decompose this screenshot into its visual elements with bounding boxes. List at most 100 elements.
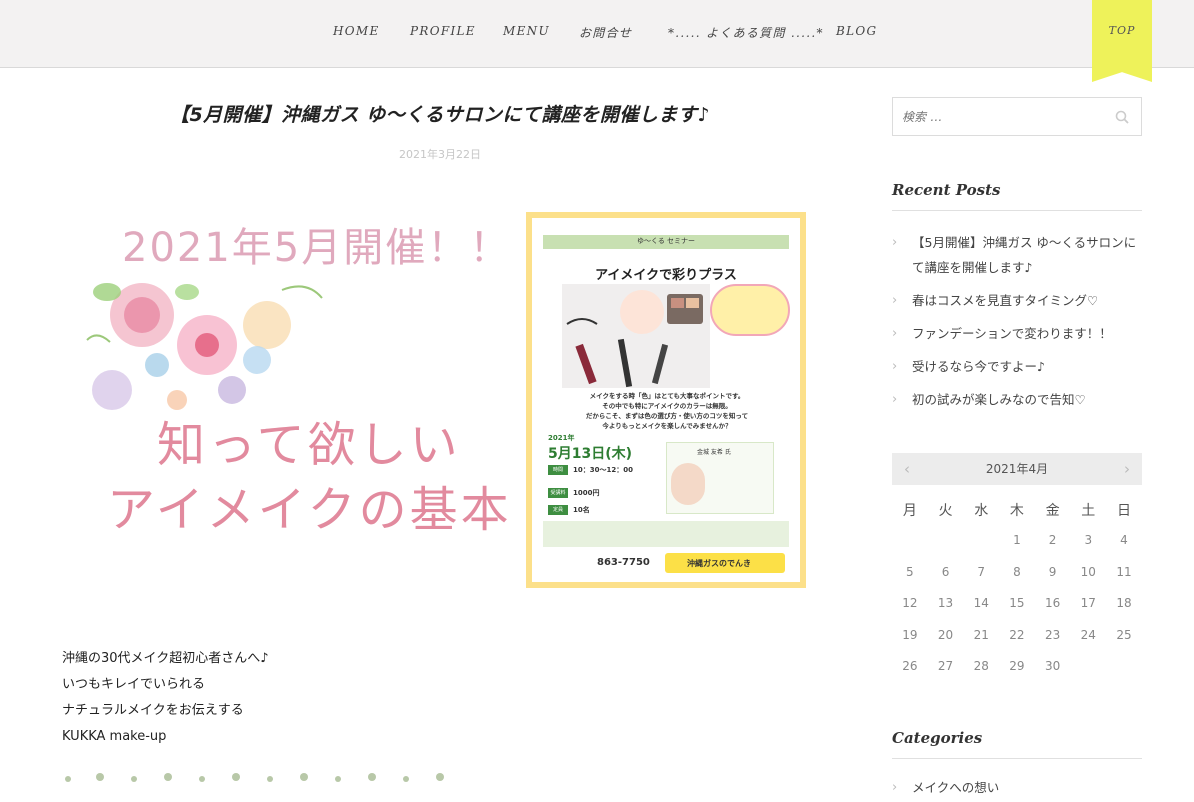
calendar-day[interactable]: 14 xyxy=(963,588,999,620)
calendar-day[interactable]: 2 xyxy=(1035,525,1071,557)
chevron-right-icon: › xyxy=(892,780,898,795)
calendar-day[interactable]: 15 xyxy=(999,588,1035,620)
categories-title: Categories xyxy=(892,729,1142,759)
flyer-row-time: 時間 10：30～12：00 xyxy=(548,463,662,476)
post-title: 【5月開催】沖縄ガス ゆ～くるサロンにて講座を開催します♪ xyxy=(169,104,711,126)
hero-title-line2: アイメイクの基本 xyxy=(107,482,512,538)
seminar-flyer: ゆ～くる セミナー アイメイクで彩りプラス メイクをする時「色」はとても大事なポ… xyxy=(526,212,806,588)
post-date[interactable]: 2021年3月22日 xyxy=(62,146,818,162)
calendar-weekday: 土 xyxy=(1081,503,1096,519)
calendar-day[interactable]: 24 xyxy=(1070,620,1106,652)
calendar-grid: 月火水木金土日 1 2 3 4 5 6 7 8 9 10 11 12 13 14 15 16 17 18 19 20 21… xyxy=(892,485,1142,683)
post-body-line: ナチュラルメイクをお伝えする xyxy=(62,703,244,718)
post-body-line: 沖縄の30代メイク超初心者さんへ♪ xyxy=(62,651,269,666)
flyer-body-text: メイクをする時「色」はとても大事なポイントです。 その中でも特にアイメイクのカラ… xyxy=(585,392,749,430)
calendar-day[interactable]: 7 xyxy=(963,557,999,589)
calendar-day[interactable]: 9 xyxy=(1035,557,1071,589)
chevron-right-icon: › xyxy=(892,359,898,374)
nav-profile[interactable]: PROFILE xyxy=(410,24,476,38)
recent-post-item[interactable]: › 【5月開催】沖縄ガス ゆ～くるサロンにて講座を開催します♪ xyxy=(892,230,1142,280)
calendar-month: 2021年4月 xyxy=(985,462,1049,476)
calendar-day[interactable]: 10 xyxy=(1070,557,1106,589)
flyer-header-band: ゆ～くる セミナー xyxy=(543,235,789,249)
recent-post-item[interactable]: › 初の試みが楽しみなので告知♡ xyxy=(892,387,1142,412)
flyer-band-text: ゆ～くる セミナー xyxy=(636,237,696,245)
calendar-day[interactable]: 28 xyxy=(963,651,999,683)
calendar-day[interactable]: 21 xyxy=(963,620,999,652)
calendar-day xyxy=(892,525,928,557)
calendar-header: ‹ 2021年4月 › xyxy=(892,453,1142,485)
flyer-row-capacity: 定員 10名 xyxy=(548,503,662,516)
nav-faq[interactable]: *..... よくある質問 .....* xyxy=(668,24,824,41)
calendar-day[interactable]: 12 xyxy=(892,588,928,620)
flyer-date: 5月13日(木) xyxy=(548,446,633,462)
calendar-day[interactable]: 25 xyxy=(1106,620,1142,652)
calendar-day[interactable]: 19 xyxy=(892,620,928,652)
chevron-right-icon: › xyxy=(892,235,898,250)
category-item[interactable]: › メイクへの想い xyxy=(892,775,1142,800)
calendar-next-button[interactable]: › xyxy=(1112,453,1142,485)
flyer-speech-bubble xyxy=(710,284,790,336)
calendar-day[interactable]: 17 xyxy=(1070,588,1106,620)
calendar-day[interactable]: 30 xyxy=(1035,651,1071,683)
nav-blog[interactable]: BLOG xyxy=(836,24,877,38)
cosmetics-icon xyxy=(566,290,703,388)
calendar-weekday: 水 xyxy=(974,503,989,519)
calendar-day[interactable]: 6 xyxy=(928,557,964,589)
flyer-lecturer-name: 金城 友希 氏 xyxy=(697,449,731,456)
cosmetics-photo xyxy=(562,284,710,388)
decorative-divider xyxy=(65,773,444,782)
calendar-day[interactable]: 26 xyxy=(892,651,928,683)
post-body-line: KUKKA make-up xyxy=(62,729,167,744)
categories-list: › メイクへの想い xyxy=(892,775,1142,802)
calendar-day[interactable]: 22 xyxy=(999,620,1035,652)
calendar-day[interactable]: 1 xyxy=(999,525,1035,557)
calendar-weekday: 木 xyxy=(1009,503,1024,519)
calendar-day[interactable]: 18 xyxy=(1106,588,1142,620)
back-to-top-button[interactable]: TOP xyxy=(1092,0,1152,82)
calendar-day[interactable]: 4 xyxy=(1106,525,1142,557)
search-box xyxy=(892,97,1142,136)
calendar-prev-button[interactable]: ‹ xyxy=(892,453,922,485)
recent-post-item[interactable]: › 受けるなら今ですよー♪ xyxy=(892,354,1142,379)
calendar-day[interactable]: 20 xyxy=(928,620,964,652)
recent-posts-list: › 【5月開催】沖縄ガス ゆ～くるサロンにて講座を開催します♪ › 春はコスメを見直… xyxy=(892,230,1142,420)
flower-illustration xyxy=(86,283,323,410)
flyer-note xyxy=(543,521,789,547)
calendar-day[interactable]: 29 xyxy=(999,651,1035,683)
calendar-day[interactable]: 23 xyxy=(1035,620,1071,652)
calendar-day xyxy=(928,525,964,557)
lecturer-portrait xyxy=(671,463,705,505)
main-nav: HOME PROFILE MENU お問合せ *..... よくある質問 ...… xyxy=(0,0,1194,68)
hero-heading: 2021年5月開催！！ xyxy=(122,225,512,271)
recent-post-item[interactable]: › ファンデーションで変わります！！ xyxy=(892,321,1142,346)
calendar-day xyxy=(1070,651,1106,683)
calendar-day[interactable]: 8 xyxy=(999,557,1035,589)
search-input[interactable] xyxy=(893,98,1103,135)
calendar-day[interactable]: 13 xyxy=(928,588,964,620)
calendar-weekday: 日 xyxy=(1116,503,1131,519)
nav-home[interactable]: HOME xyxy=(333,24,380,38)
recent-posts-title: Recent Posts xyxy=(892,181,1142,211)
recent-post-item[interactable]: › 春はコスメを見直すタイミング♡ xyxy=(892,288,1142,313)
calendar-day[interactable]: 16 xyxy=(1035,588,1071,620)
calendar-weekday: 金 xyxy=(1045,503,1060,519)
nav-menu[interactable]: MENU xyxy=(503,24,550,38)
calendar-day xyxy=(963,525,999,557)
calendar-day[interactable]: 3 xyxy=(1070,525,1106,557)
post-featured-image: 2021年5月開催！！ 知って欲しい アイメイクの基本 ゆ～くる セミナー アイ… xyxy=(62,205,822,605)
search-icon[interactable] xyxy=(1115,110,1129,124)
calendar-widget: ‹ 2021年4月 › 月火水木金土日 1 2 3 4 5 6 7 8 9 10 11 12 13 14 15… xyxy=(892,453,1142,683)
calendar-day xyxy=(1106,651,1142,683)
chevron-right-icon: › xyxy=(892,326,898,341)
flyer-phone: 863-7750 xyxy=(597,557,650,568)
chevron-right-icon: › xyxy=(892,392,898,407)
flyer-title: アイメイクで彩りプラス xyxy=(595,268,737,283)
calendar-day[interactable]: 27 xyxy=(928,651,964,683)
post-body: 沖縄の30代メイク超初心者さんへ♪ いつもキレイでいられる ナチュラルメイクをお… xyxy=(62,646,269,750)
calendar-day[interactable]: 5 xyxy=(892,557,928,589)
calendar-weekday: 月 xyxy=(902,503,917,519)
calendar-day[interactable]: 11 xyxy=(1106,557,1142,589)
calendar-weekday: 火 xyxy=(938,503,953,519)
nav-contact[interactable]: お問合せ xyxy=(579,24,632,41)
